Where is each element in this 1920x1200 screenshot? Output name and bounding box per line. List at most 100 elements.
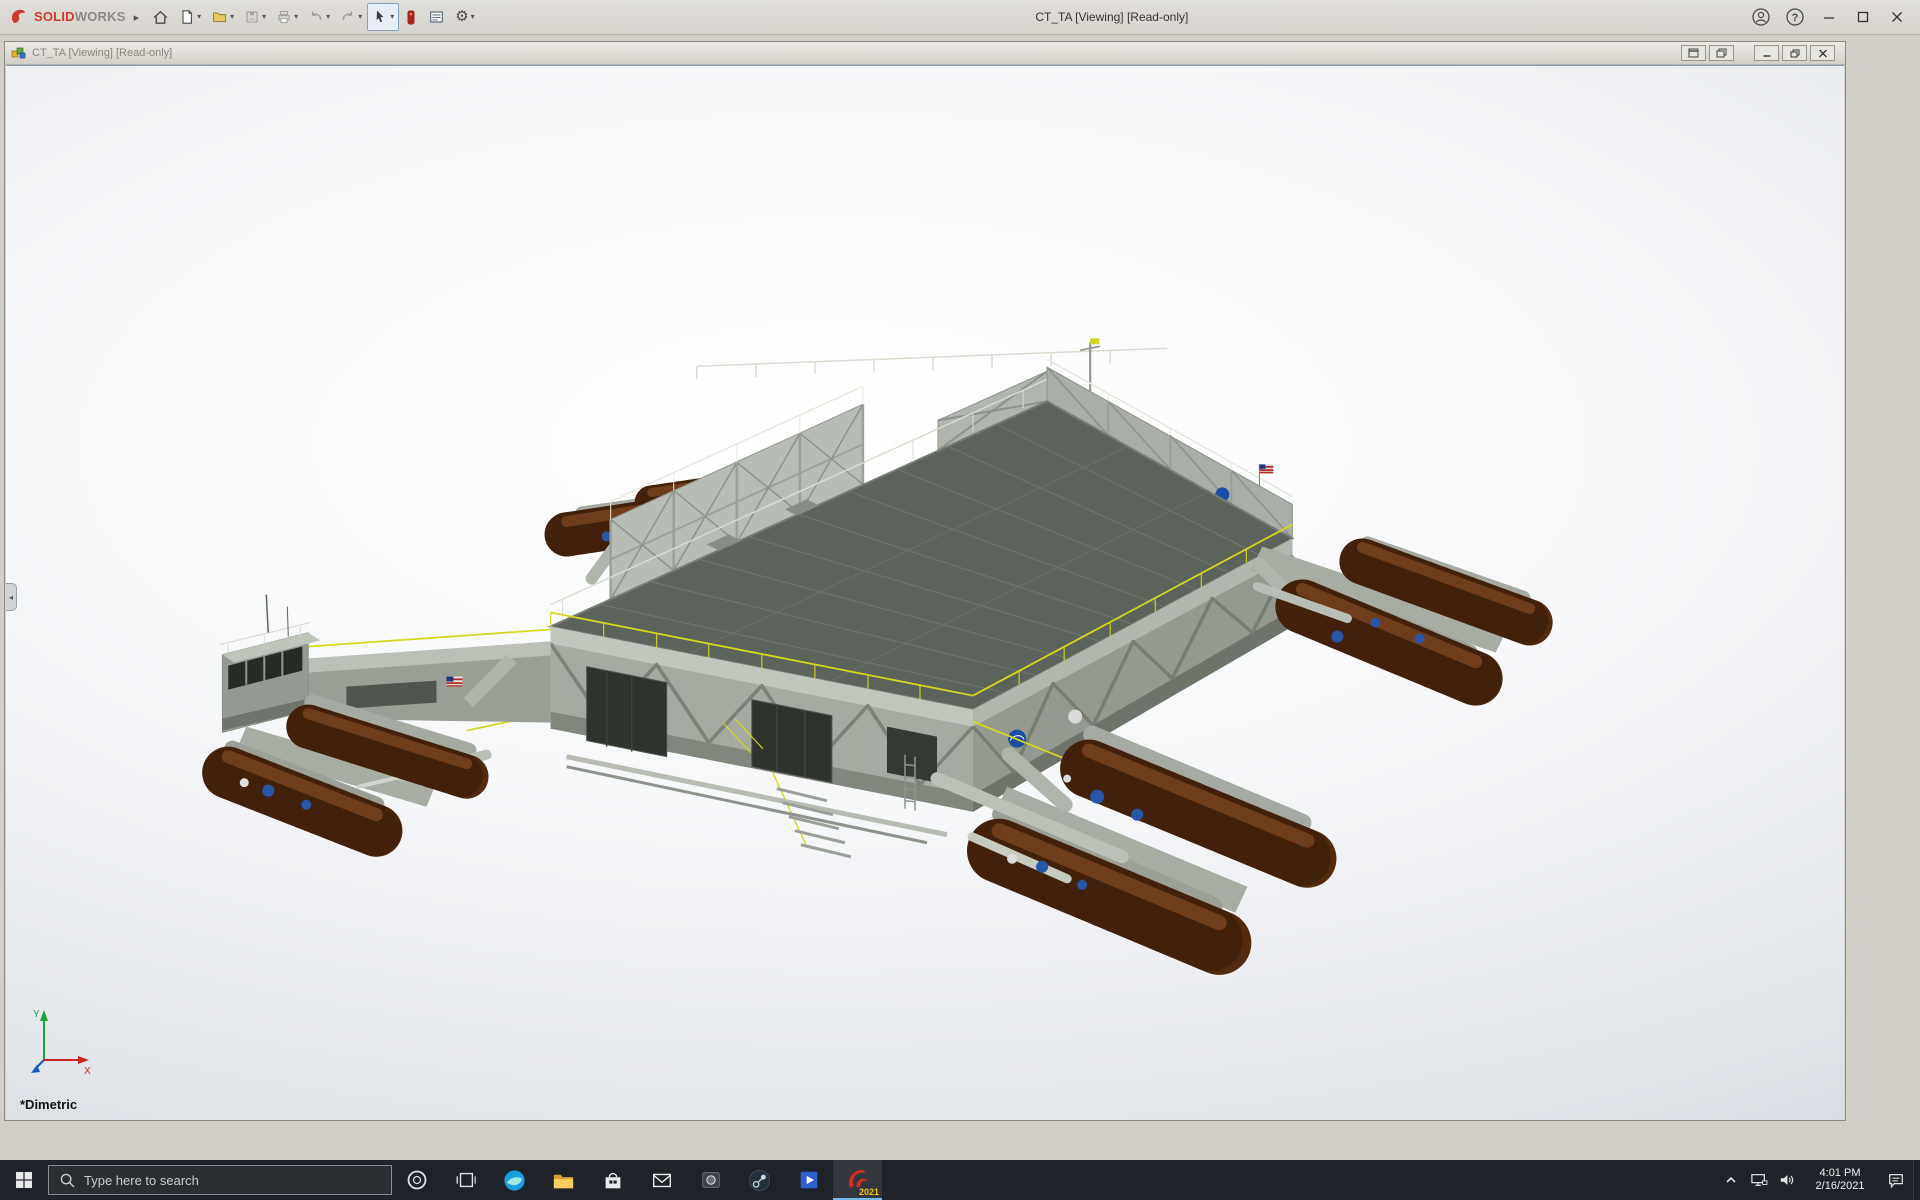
app-title: CT_TA [Viewing] [Read-only] xyxy=(480,10,1744,24)
sheet-format-icon xyxy=(428,9,445,25)
start-button[interactable] xyxy=(0,1160,48,1200)
taskbar-app-cortana[interactable] xyxy=(392,1160,441,1200)
svg-text:?: ? xyxy=(1792,12,1799,24)
triad-x-arrow xyxy=(78,1056,89,1064)
taskbar-app-photos[interactable] xyxy=(686,1160,735,1200)
brand-word-secondary: WORKS xyxy=(75,9,126,24)
dropdown-arrow-icon[interactable]: ▾ xyxy=(358,13,362,21)
taskbar-task-view-button[interactable] xyxy=(441,1160,490,1200)
3dexperience-button[interactable] xyxy=(399,3,423,31)
round-placard xyxy=(1068,710,1082,724)
crawler-transporter-model xyxy=(6,66,1844,1120)
windows-taskbar: Type here to search xyxy=(0,1160,1920,1200)
home-icon xyxy=(152,9,169,26)
3dexperience-icon xyxy=(404,9,418,26)
action-center-button[interactable] xyxy=(1879,1160,1913,1200)
doc-minimize-icon xyxy=(1762,49,1772,58)
action-center-icon xyxy=(1887,1171,1905,1189)
titlebar-right-controls: ? xyxy=(1744,3,1914,31)
print-icon xyxy=(276,9,292,25)
doc-close-button[interactable] xyxy=(1810,45,1835,61)
triad-x-label: X xyxy=(84,1066,91,1077)
taskbar-app-solidworks[interactable]: 2021 xyxy=(833,1160,882,1200)
network-status-icon[interactable] xyxy=(1745,1160,1773,1200)
new-document-button[interactable]: ▾ xyxy=(174,3,206,31)
select-tool-button[interactable]: ▾ xyxy=(367,3,399,31)
document-window: CT_TA [Viewing] [Read-only] xyxy=(4,41,1846,1121)
help-button[interactable]: ? xyxy=(1778,3,1812,31)
undo-button[interactable]: ▾ xyxy=(303,3,335,31)
document-title: CT_TA [Viewing] [Read-only] xyxy=(32,47,172,59)
network-monitor-icon xyxy=(1750,1172,1768,1188)
search-icon xyxy=(60,1173,75,1188)
doc-restore-button[interactable] xyxy=(1782,45,1807,61)
redo-icon xyxy=(340,9,356,25)
maximize-icon xyxy=(1856,10,1870,24)
gear-icon: ⚙ xyxy=(455,9,468,25)
window-tile-button[interactable] xyxy=(1681,45,1706,61)
open-folder-icon xyxy=(211,9,228,25)
chevron-up-icon xyxy=(1724,1173,1738,1187)
print-button[interactable]: ▾ xyxy=(271,3,303,31)
orientation-triad[interactable]: Y X xyxy=(28,1004,98,1080)
dropdown-arrow-icon[interactable]: ▾ xyxy=(326,13,330,21)
close-icon xyxy=(1890,10,1904,24)
tile-window-icon xyxy=(1688,48,1699,58)
doc-close-icon xyxy=(1818,49,1828,58)
maximize-button[interactable] xyxy=(1846,3,1880,31)
sheet-format-button[interactable] xyxy=(423,3,450,31)
minimize-button[interactable] xyxy=(1812,3,1846,31)
open-button[interactable]: ▾ xyxy=(206,3,239,31)
movies-tv-icon xyxy=(797,1168,821,1192)
quick-access-toolbar: ▾ ▾ ▾ ▾ ▾ ▾ ▾ xyxy=(147,3,480,31)
doc-minimize-button[interactable] xyxy=(1754,45,1779,61)
dropdown-arrow-icon[interactable]: ▾ xyxy=(294,13,298,21)
track-assembly-left xyxy=(228,703,486,831)
new-document-icon xyxy=(179,9,195,25)
app-title-bar: SOLIDWORKS ▸ ▾ ▾ ▾ ▾ ▾ ▾ xyxy=(0,0,1920,35)
graphics-viewport[interactable]: Y X *Dimetric ◂ xyxy=(6,65,1844,1120)
taskbar-app-movies-tv[interactable] xyxy=(784,1160,833,1200)
dropdown-arrow-icon[interactable]: ▾ xyxy=(262,13,266,21)
breadcrumb-arrow-icon[interactable]: ▸ xyxy=(132,11,148,24)
minimize-icon xyxy=(1822,10,1836,24)
save-button[interactable]: ▾ xyxy=(239,3,271,31)
dropdown-arrow-icon[interactable]: ▾ xyxy=(230,13,234,21)
options-button[interactable]: ⚙ ▾ xyxy=(450,3,479,31)
taskbar-search-box[interactable]: Type here to search xyxy=(48,1165,392,1195)
user-account-icon xyxy=(1751,7,1771,27)
flag-right xyxy=(1259,464,1273,486)
task-view-icon xyxy=(455,1169,477,1191)
dropdown-arrow-icon[interactable]: ▾ xyxy=(390,13,394,21)
cortana-icon xyxy=(406,1169,428,1191)
taskbar-clock[interactable]: 4:01 PM 2/16/2021 xyxy=(1801,1167,1879,1193)
window-cascade-button[interactable] xyxy=(1709,45,1734,61)
brand-word-primary: SOLID xyxy=(34,9,75,24)
home-button[interactable] xyxy=(147,3,174,31)
mail-icon xyxy=(650,1168,674,1192)
account-button[interactable] xyxy=(1744,3,1778,31)
taskbar-app-steam[interactable] xyxy=(735,1160,784,1200)
hidden-icons-chevron[interactable] xyxy=(1717,1160,1745,1200)
file-explorer-icon xyxy=(551,1168,576,1193)
taskbar-app-file-explorer[interactable] xyxy=(539,1160,588,1200)
clock-time: 4:01 PM xyxy=(1801,1167,1879,1180)
redo-button[interactable]: ▾ xyxy=(335,3,367,31)
document-window-controls xyxy=(1681,45,1839,61)
taskbar-app-edge[interactable] xyxy=(490,1160,539,1200)
assembly-document-icon xyxy=(11,46,26,60)
speaker-icon xyxy=(1778,1172,1796,1188)
dropdown-arrow-icon[interactable]: ▾ xyxy=(471,13,475,21)
taskbar-app-store[interactable] xyxy=(588,1160,637,1200)
document-title-bar: CT_TA [Viewing] [Read-only] xyxy=(5,42,1845,65)
show-desktop-button[interactable] xyxy=(1913,1160,1920,1200)
solidworks-year-badge: 2021 xyxy=(859,1187,879,1197)
close-button[interactable] xyxy=(1880,3,1914,31)
triad-y-label: Y xyxy=(33,1009,40,1020)
volume-icon[interactable] xyxy=(1773,1160,1801,1200)
panel-collapse-tab[interactable]: ◂ xyxy=(6,583,17,611)
dropdown-arrow-icon[interactable]: ▾ xyxy=(197,13,201,21)
save-icon xyxy=(244,9,260,25)
collapse-chevron-icon: ◂ xyxy=(9,593,13,602)
taskbar-app-mail[interactable] xyxy=(637,1160,686,1200)
